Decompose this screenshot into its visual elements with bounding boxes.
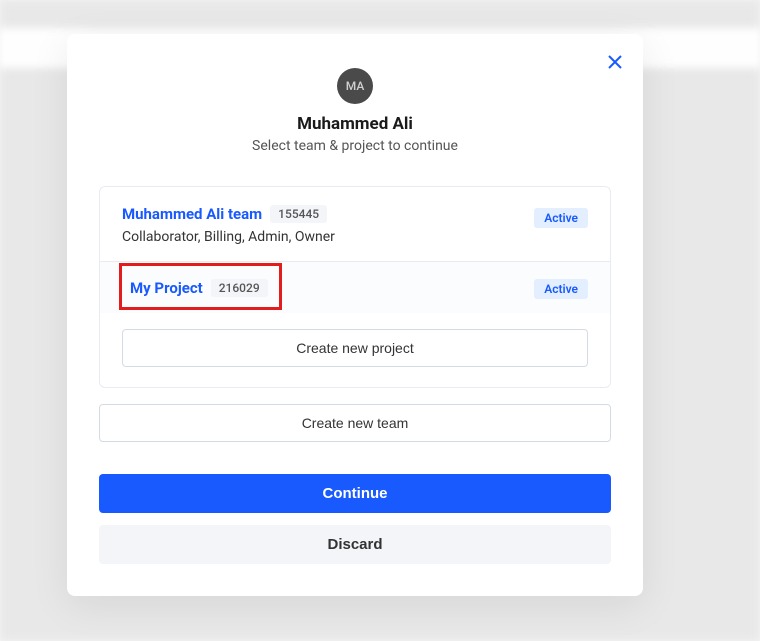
project-id-badge: 216029	[211, 279, 268, 297]
close-button[interactable]	[605, 52, 625, 72]
project-status-badge: Active	[534, 279, 588, 299]
team-card: Muhammed Ali team 155445 Collaborator, B…	[99, 186, 611, 388]
team-id-badge: 155445	[270, 205, 327, 223]
avatar: MA	[337, 68, 373, 104]
team-row[interactable]: Muhammed Ali team 155445 Collaborator, B…	[100, 187, 610, 262]
create-new-project-button[interactable]: Create new project	[122, 329, 588, 367]
avatar-initials: MA	[346, 79, 365, 93]
project-row[interactable]: My Project 216029 Active	[100, 262, 610, 313]
project-name: My Project	[130, 279, 203, 297]
modal-subtitle: Select team & project to continue	[67, 138, 643, 154]
team-name: Muhammed Ali team	[122, 205, 262, 223]
team-project-modal: MA Muhammed Ali Select team & project to…	[67, 34, 643, 596]
team-status-badge: Active	[534, 208, 588, 228]
continue-button[interactable]: Continue	[99, 474, 611, 513]
user-name: Muhammed Ali	[67, 114, 643, 134]
close-icon	[608, 55, 622, 69]
team-roles: Collaborator, Billing, Admin, Owner	[122, 229, 534, 245]
create-new-team-button[interactable]: Create new team	[99, 404, 611, 442]
discard-button[interactable]: Discard	[99, 525, 611, 564]
